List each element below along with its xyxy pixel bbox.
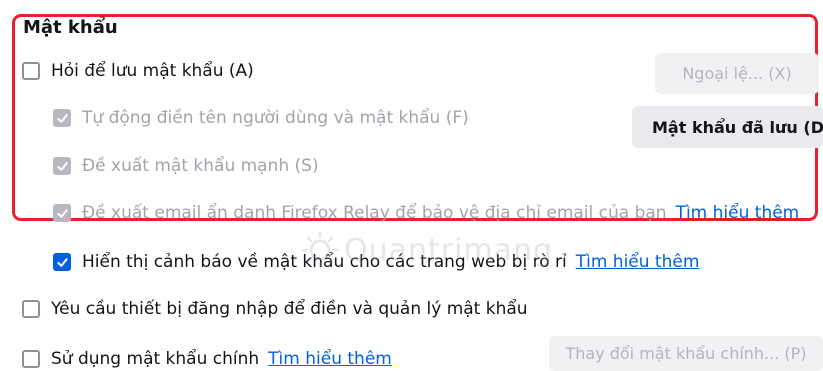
device-signin-checkbox[interactable] [22, 300, 40, 318]
relay-learn-more-link[interactable]: Tìm hiểu thêm [676, 203, 800, 223]
relay-label: Đề xuất email ẩn danh Firefox Relay để b… [82, 203, 667, 223]
option-device-signin[interactable]: Yêu cầu thiết bị đăng nhập để điền và qu… [22, 299, 528, 319]
primary-password-learn-more-link[interactable]: Tìm hiểu thêm [268, 349, 392, 369]
checkmark-icon [56, 257, 68, 267]
primary-password-checkbox[interactable] [22, 350, 40, 368]
breach-alerts-label: Hiển thị cảnh báo về mật khẩu cho các tr… [82, 252, 567, 272]
option-breach-alerts[interactable]: Hiển thị cảnh báo về mật khẩu cho các tr… [53, 252, 699, 272]
relay-checkbox[interactable] [53, 204, 71, 222]
section-title: Mật khẩu [23, 17, 118, 38]
password-settings-page: Mật khẩu Hỏi để lưu mật khẩu (A) Tự động… [0, 0, 823, 371]
device-signin-label: Yêu cầu thiết bị đăng nhập để điền và qu… [51, 299, 528, 319]
breach-alerts-learn-more-link[interactable]: Tìm hiểu thêm [576, 252, 700, 272]
checkmark-icon [56, 161, 68, 171]
ask-to-save-label: Hỏi để lưu mật khẩu (A) [51, 61, 254, 81]
breach-alerts-checkbox[interactable] [53, 253, 71, 271]
option-ask-to-save[interactable]: Hỏi để lưu mật khẩu (A) [22, 61, 254, 81]
option-suggest-strong[interactable]: Đề xuất mật khẩu mạnh (S) [53, 156, 319, 176]
autofill-label: Tự động điền tên người dùng và mật khẩu … [82, 108, 469, 128]
ask-to-save-checkbox[interactable] [22, 62, 40, 80]
exceptions-button[interactable]: Ngoại lệ... (X) [655, 53, 819, 94]
option-relay[interactable]: Đề xuất email ẩn danh Firefox Relay để b… [53, 203, 799, 223]
option-autofill[interactable]: Tự động điền tên người dùng và mật khẩu … [53, 108, 469, 128]
option-primary-password[interactable]: Sử dụng mật khẩu chính Tìm hiểu thêm [22, 349, 392, 369]
checkmark-icon [56, 113, 68, 123]
suggest-strong-label: Đề xuất mật khẩu mạnh (S) [82, 156, 319, 176]
saved-passwords-button[interactable]: Mật khẩu đã lưu (D) [632, 106, 823, 148]
checkmark-icon [56, 208, 68, 218]
autofill-checkbox[interactable] [53, 109, 71, 127]
change-primary-password-button[interactable]: Thay đổi mật khẩu chính... (P) [549, 336, 823, 371]
primary-password-label: Sử dụng mật khẩu chính [51, 349, 260, 369]
suggest-strong-checkbox[interactable] [53, 157, 71, 175]
